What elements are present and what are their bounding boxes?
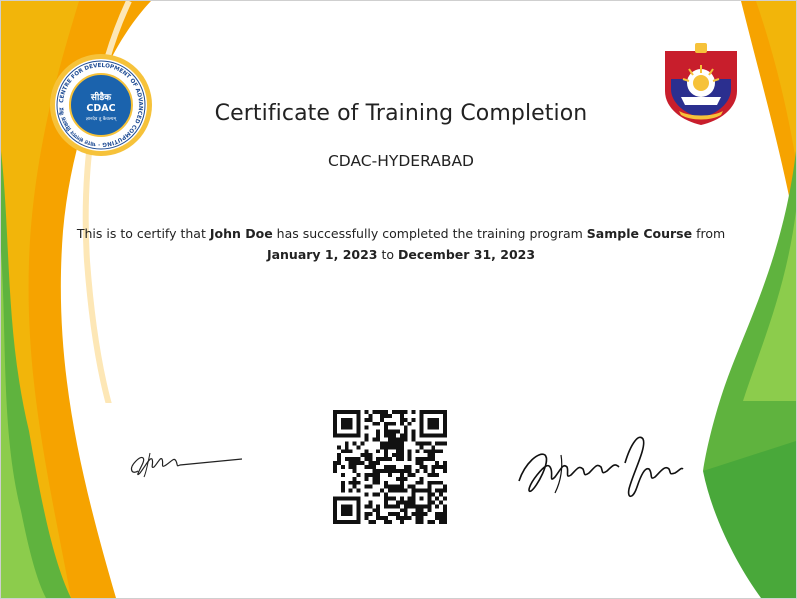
signature-scribble-icon [518,436,684,498]
certificate-title: Certificate of Training Completion [214,101,588,126]
statement-prefix: This is to certify that [76,226,206,241]
qr-code-icon[interactable] [332,410,448,524]
certificate-page: CENTRE FOR DEVELOPMENT OF ADVANCED COMPU… [0,0,797,599]
statement-middle: has successfully completed the training … [276,226,583,241]
organization-name: CDAC-HYDERABAD [327,152,474,170]
certification-statement: This is to certify that John Doe has suc… [61,223,741,265]
course-name: Sample Course [586,226,693,241]
to-word: to [381,247,395,262]
signature-scribble-icon [130,452,243,478]
end-date: December 31, 2023 [398,247,536,262]
left-signature [102,403,264,525]
right-signature [515,403,697,523]
recipient-name: John Doe [209,226,273,241]
start-date: January 1, 2023 [266,247,378,262]
from-word: from [696,226,726,241]
